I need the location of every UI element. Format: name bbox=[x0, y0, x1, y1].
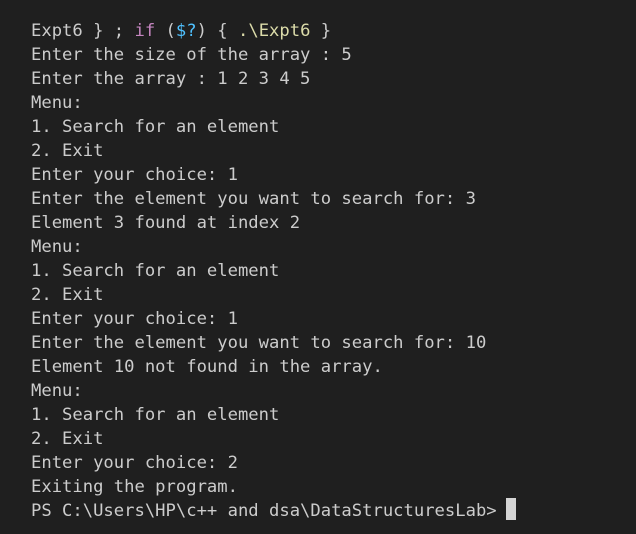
command-executable: .\Expt6 bbox=[238, 21, 311, 41]
output-line: Exiting the program. bbox=[31, 477, 238, 497]
output-line: 1. Search for an element bbox=[31, 261, 280, 281]
output-line: Enter your choice: 1 bbox=[31, 309, 238, 329]
text-cursor bbox=[505, 498, 516, 520]
terminal-output[interactable]: Expt6 } ; if ($?) { .\Expt6 } Enter the … bbox=[0, 0, 636, 534]
command-segment: ( bbox=[155, 21, 176, 41]
output-line: 2. Exit bbox=[31, 285, 104, 305]
command-segment: Expt6 } ; bbox=[31, 21, 135, 41]
output-line: Enter the element you want to search for… bbox=[31, 189, 476, 209]
command-segment: ) { bbox=[196, 21, 238, 41]
shell-prompt: PS C:\Users\HP\c++ and dsa\DataStructure… bbox=[31, 501, 497, 521]
command-variable: $? bbox=[175, 21, 197, 41]
output-line: Enter your choice: 2 bbox=[31, 453, 238, 473]
output-line: 2. Exit bbox=[31, 141, 104, 161]
output-line: Menu: bbox=[31, 381, 83, 401]
output-line: 1. Search for an element bbox=[31, 405, 280, 425]
output-line: Menu: bbox=[31, 93, 83, 113]
output-line: Enter the array : 1 2 3 4 5 bbox=[31, 69, 311, 89]
output-line: Enter the element you want to search for… bbox=[31, 333, 487, 353]
output-line: Element 3 found at index 2 bbox=[31, 213, 301, 233]
command-segment: } bbox=[310, 21, 332, 41]
output-line: 2. Exit bbox=[31, 429, 104, 449]
output-line: Enter your choice: 1 bbox=[31, 165, 238, 185]
output-line: Element 10 not found in the array. bbox=[31, 357, 383, 377]
command-line: Expt6 } ; if ($?) { .\Expt6 } bbox=[31, 19, 636, 43]
output-line: Enter the size of the array : 5 bbox=[31, 45, 352, 65]
output-line: Menu: bbox=[31, 237, 83, 257]
command-keyword: if bbox=[134, 21, 156, 41]
output-line: 1. Search for an element bbox=[31, 117, 280, 137]
prompt-line[interactable]: PS C:\Users\HP\c++ and dsa\DataStructure… bbox=[31, 498, 636, 523]
